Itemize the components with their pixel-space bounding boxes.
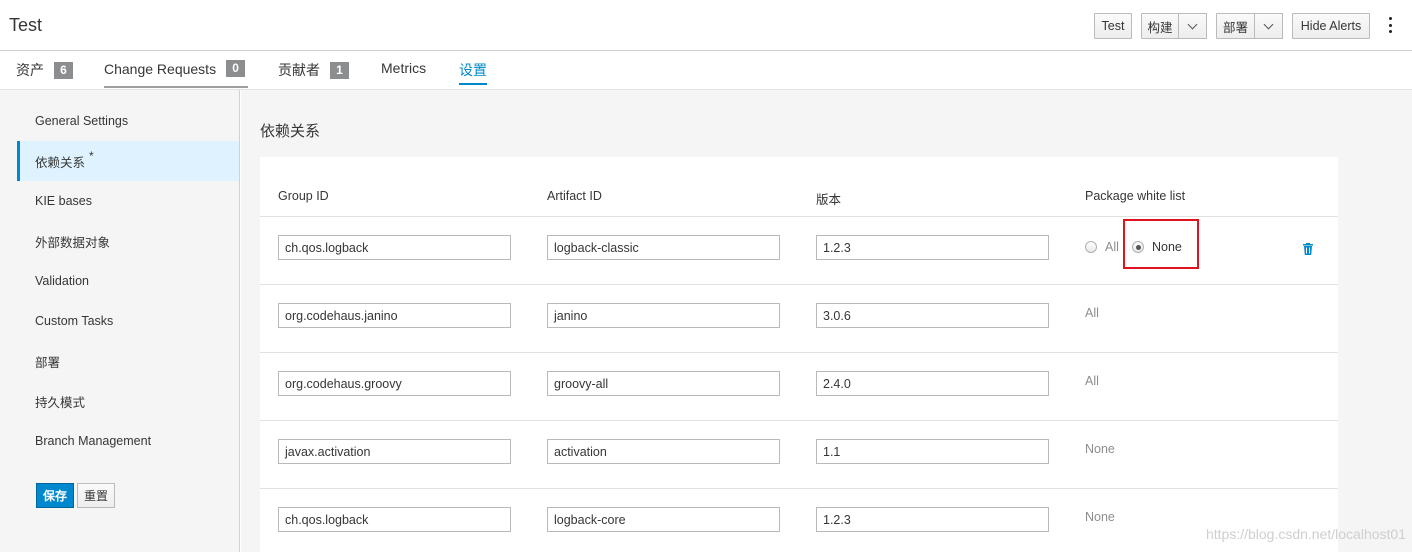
settings-sidebar: General Settings 依赖关系 * KIE bases 外部数据对象 … [0,90,240,552]
active-tab-underline [459,83,487,85]
count-badge: 1 [330,61,349,79]
artifact-id-input[interactable]: janino [547,303,780,328]
chevron-down-icon [1187,19,1198,29]
project-title: Test [9,15,43,35]
artifact-id-input[interactable]: logback-classic [547,235,780,260]
sidebar-item-deployment[interactable]: 部署 [17,341,239,381]
main-content: 依赖关系 Group ID Artifact ID 版本 Package whi… [241,90,1412,552]
version-input[interactable]: 2.4.0 [816,371,1049,396]
whitelist-all-label: All [1105,240,1119,254]
sidebar-item-label: KIE bases [35,194,92,208]
whitelist-value: All [1085,374,1099,388]
sidebar-item-persistence[interactable]: 持久模式 [17,381,239,421]
tab-label: 资产 [16,62,44,78]
sidebar-item-label: 持久模式 [35,395,86,410]
artifact-id-input[interactable]: logback-core [547,507,780,532]
artifact-id-input[interactable]: activation [547,439,780,464]
watermark: https://blog.csdn.net/localhost01 [1205,526,1406,542]
tab-label: Change Requests [104,60,217,77]
hide-alerts-button[interactable]: Hide Alerts [1292,13,1370,39]
artifact-id-input[interactable]: groovy-all [547,371,780,396]
column-header-group-id: Group ID [278,189,329,203]
divider [260,488,1338,489]
sidebar-item-general-settings[interactable]: General Settings [17,101,239,141]
sidebar-item-label: Custom Tasks [35,314,114,328]
column-header-package-white-list: Package white list [1085,189,1186,203]
modified-indicator: * [89,149,94,163]
whitelist-value: None [1085,442,1115,456]
tab-label: 设置 [459,62,487,78]
deploy-button[interactable]: 部署 [1216,13,1255,39]
build-button[interactable]: 构建 [1141,13,1179,39]
version-input[interactable]: 1.2.3 [816,507,1049,532]
trash-icon[interactable] [1303,243,1313,255]
sidebar-item-dependencies[interactable]: 依赖关系 * [17,141,239,181]
test-button[interactable]: Test [1094,13,1132,39]
count-badge: 0 [226,60,246,77]
sidebar-item-external-data-objects[interactable]: 外部数据对象 [17,221,239,261]
group-id-input[interactable]: org.codehaus.janino [278,303,511,328]
sidebar-item-label: 依赖关系 [35,155,86,170]
sidebar-item-label: Validation [35,274,89,288]
group-id-input[interactable]: org.codehaus.groovy [278,371,511,396]
build-dropdown-toggle[interactable] [1178,13,1207,39]
sidebar-item-branch-management[interactable]: Branch Management [17,421,239,461]
whitelist-value: All [1085,306,1099,320]
tab-metrics[interactable]: Metrics [381,60,426,76]
tab-settings[interactable]: 设置 [459,60,487,80]
tab-label: 贡献者 [278,62,320,78]
tab-underline [104,86,248,88]
sidebar-item-label: General Settings [35,114,129,128]
highlight-annotation [1123,219,1199,269]
project-tabs: 资产 6 Change Requests 0 贡献者 1 Metrics 设置 [0,51,1412,90]
sidebar-item-custom-tasks[interactable]: Custom Tasks [17,301,239,341]
whitelist-all-radio[interactable] [1085,241,1097,253]
whitelist-value: None [1085,510,1115,524]
kebab-menu-icon[interactable] [1386,17,1394,33]
tab-label: Metrics [381,60,427,76]
dependencies-table: Group ID Artifact ID 版本 Package white li… [260,157,1338,552]
sidebar-item-kie-bases[interactable]: KIE bases [17,181,239,221]
reset-button[interactable]: 重置 [77,483,115,508]
group-id-input[interactable]: javax.activation [278,439,511,464]
divider [260,284,1338,285]
sidebar-item-validation[interactable]: Validation [17,261,239,301]
count-badge: 6 [54,61,73,79]
tab-change-requests[interactable]: Change Requests 0 [104,60,246,77]
sidebar-item-label: 外部数据对象 [35,235,111,250]
tab-assets[interactable]: 资产 6 [16,60,73,80]
column-header-artifact-id: Artifact ID [547,189,602,203]
section-title: 依赖关系 [260,123,321,140]
sidebar-item-label: 部署 [35,355,61,370]
divider [260,352,1338,353]
tab-contributors[interactable]: 贡献者 1 [278,60,349,80]
save-button[interactable]: 保存 [36,483,74,508]
group-id-input[interactable]: ch.qos.logback [278,507,511,532]
divider [260,216,1338,217]
version-input[interactable]: 1.2.3 [816,235,1049,260]
page-header: Test Test 构建 部署 Hide Alerts [0,0,1412,51]
version-input[interactable]: 3.0.6 [816,303,1049,328]
chevron-down-icon [1263,19,1274,29]
group-id-input[interactable]: ch.qos.logback [278,235,511,260]
deploy-dropdown-toggle[interactable] [1254,13,1283,39]
version-input[interactable]: 1.1 [816,439,1049,464]
sidebar-item-label: Branch Management [35,434,152,448]
divider [260,420,1338,421]
column-header-version: 版本 [816,193,842,207]
